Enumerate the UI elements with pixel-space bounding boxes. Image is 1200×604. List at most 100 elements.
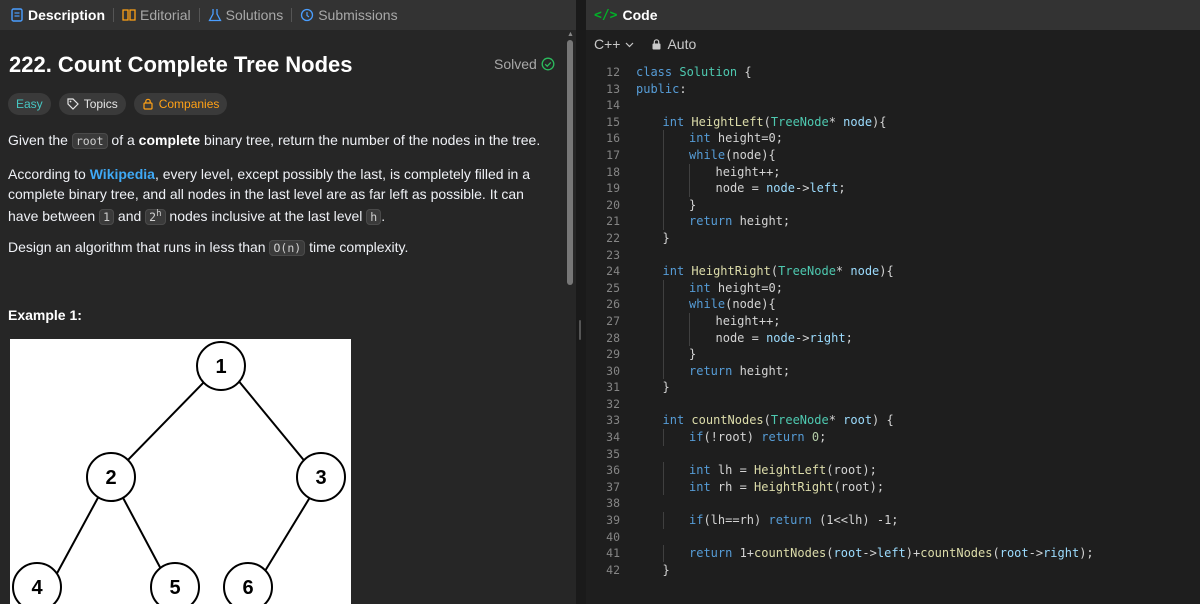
code-token: height; bbox=[739, 214, 791, 229]
inline-code: 1 bbox=[99, 208, 115, 225]
text: Given the bbox=[8, 132, 72, 148]
line-number: 41 bbox=[606, 546, 620, 561]
code-token: ( bbox=[826, 546, 834, 561]
code-token: public bbox=[636, 81, 680, 96]
line-number: 18 bbox=[606, 164, 620, 179]
indent-guide bbox=[662, 512, 664, 529]
code-line[interactable]: 29} bbox=[586, 346, 1200, 363]
panel-divider[interactable] bbox=[576, 0, 586, 604]
code-token: } bbox=[689, 347, 697, 362]
code-line[interactable]: 34 if(!root) return 0; bbox=[586, 429, 1200, 446]
code-line[interactable]: 37 int rh = HeightRight(root); bbox=[586, 478, 1200, 496]
inline-code: root bbox=[71, 133, 108, 149]
code-token: node bbox=[850, 264, 880, 279]
code-line[interactable]: 23 bbox=[586, 247, 1200, 264]
indent-guide bbox=[662, 545, 664, 562]
scroll-up-arrow-icon[interactable]: ▲ bbox=[567, 31, 574, 38]
code-token: -> bbox=[862, 546, 877, 561]
language-select[interactable]: C++ bbox=[594, 36, 635, 52]
code-line[interactable]: 19 node = node->left; bbox=[586, 180, 1200, 197]
indent-guide bbox=[689, 329, 690, 347]
indent-guide bbox=[662, 346, 664, 363]
code-token: * bbox=[828, 114, 844, 129]
edge bbox=[120, 493, 163, 572]
code-line[interactable]: 32 bbox=[586, 396, 1200, 413]
code-line[interactable]: 13 public: bbox=[586, 81, 1200, 98]
code-line[interactable]: 33 int countNodes(TreeNode* root) { bbox=[586, 412, 1200, 429]
code-line[interactable]: 17 while(node){ bbox=[586, 146, 1200, 164]
code-line[interactable]: 40 bbox=[586, 529, 1200, 546]
code-line[interactable]: 22} bbox=[586, 230, 1200, 247]
code-line[interactable]: 42} bbox=[586, 562, 1200, 579]
code-token: (lh==rh) bbox=[703, 513, 769, 528]
line-number: 15 bbox=[606, 114, 620, 129]
line-number: 32 bbox=[606, 396, 620, 411]
code-text: } bbox=[663, 562, 670, 579]
indent-guide bbox=[689, 180, 690, 197]
drag-handle-icon[interactable] bbox=[579, 320, 581, 340]
code-text: if(lh==rh) return (1<<lh) -1; bbox=[689, 512, 899, 529]
code-line[interactable]: 12 class Solution { bbox=[586, 64, 1200, 81]
code-line[interactable]: 21 return height; bbox=[586, 213, 1200, 230]
tab-editorial[interactable]: Editorial bbox=[118, 0, 195, 30]
code-token: int bbox=[662, 114, 692, 129]
code-token: int bbox=[689, 131, 718, 146]
code-token: node = bbox=[715, 181, 767, 196]
inline-code: h bbox=[366, 208, 382, 225]
code-line[interactable]: 30 return height; bbox=[586, 362, 1200, 380]
tree-node-label: 3 bbox=[315, 467, 326, 489]
indent-guide bbox=[662, 196, 664, 214]
indent-guide bbox=[662, 213, 664, 230]
code-line[interactable]: 14 bbox=[586, 97, 1200, 114]
line-number: 36 bbox=[606, 463, 620, 478]
code-token: right bbox=[1043, 546, 1080, 561]
code-text: int height=0; bbox=[689, 280, 783, 297]
code-text: node = node->right; bbox=[716, 330, 853, 347]
edge bbox=[236, 378, 308, 465]
inline-code: O(n) bbox=[269, 240, 306, 256]
wikipedia-link[interactable]: Wikipedia bbox=[90, 166, 155, 182]
code-line[interactable]: 26 while(node){ bbox=[586, 296, 1200, 313]
auto-mode-toggle[interactable]: Auto bbox=[651, 36, 696, 52]
topics-tag[interactable]: Topics bbox=[58, 93, 126, 115]
code-line[interactable]: 18 height++; bbox=[586, 163, 1200, 181]
code-line[interactable]: 39 if(lh==rh) return (1<<lh) -1; bbox=[586, 512, 1200, 529]
code-line[interactable]: 25 int height=0; bbox=[586, 279, 1200, 297]
chevron-down-icon bbox=[626, 42, 634, 47]
code-line[interactable]: 36 int lh = HeightLeft(root); bbox=[586, 462, 1200, 479]
code-line[interactable]: 28 node = node->right; bbox=[586, 329, 1200, 347]
tab-separator bbox=[291, 8, 293, 22]
code-text: } bbox=[663, 230, 670, 247]
code-token: while bbox=[689, 297, 726, 312]
code-token: node bbox=[766, 330, 795, 345]
tab-submissions[interactable]: Submissions bbox=[296, 0, 401, 30]
code-line[interactable]: 15 int HeightLeft(TreeNode* node){ bbox=[586, 114, 1200, 131]
code-token: countNodes bbox=[691, 413, 764, 428]
code-editor[interactable]: 12 class Solution {13 public: 14 15 int Heigh… bbox=[586, 64, 1200, 578]
code-token: (root); bbox=[833, 479, 885, 494]
code-line[interactable]: 24 int HeightRight(TreeNode* node){ bbox=[586, 263, 1200, 280]
code-line[interactable]: 16 int height=0; bbox=[586, 130, 1200, 147]
code-token: node = bbox=[715, 330, 767, 345]
code-token: ( bbox=[763, 114, 771, 129]
line-number: 25 bbox=[606, 280, 620, 295]
code-text: class Solution { bbox=[636, 64, 752, 81]
description-icon bbox=[11, 8, 23, 22]
code-line[interactable]: 41 return 1+countNodes(root->left)+countN… bbox=[586, 545, 1200, 562]
code-line[interactable]: 35 bbox=[586, 446, 1200, 463]
code-line[interactable]: 31} bbox=[586, 379, 1200, 396]
tab-submissions-label: Submissions bbox=[318, 7, 398, 23]
description-scrollbar[interactable] bbox=[567, 40, 573, 285]
code-text: return height; bbox=[689, 213, 790, 230]
indent-guide bbox=[662, 146, 664, 164]
code-token: } bbox=[662, 230, 670, 245]
code-line[interactable]: 38 bbox=[586, 495, 1200, 512]
line-number: 12 bbox=[606, 65, 620, 79]
companies-tag[interactable]: Companies bbox=[133, 93, 228, 115]
tab-description[interactable]: Description bbox=[6, 0, 109, 30]
code-token: { bbox=[737, 65, 752, 79]
code-line[interactable]: 27 height++; bbox=[586, 312, 1200, 330]
tab-solutions[interactable]: Solutions bbox=[204, 0, 288, 30]
code-line[interactable]: 20} bbox=[586, 196, 1200, 214]
indent-guide bbox=[662, 130, 664, 147]
